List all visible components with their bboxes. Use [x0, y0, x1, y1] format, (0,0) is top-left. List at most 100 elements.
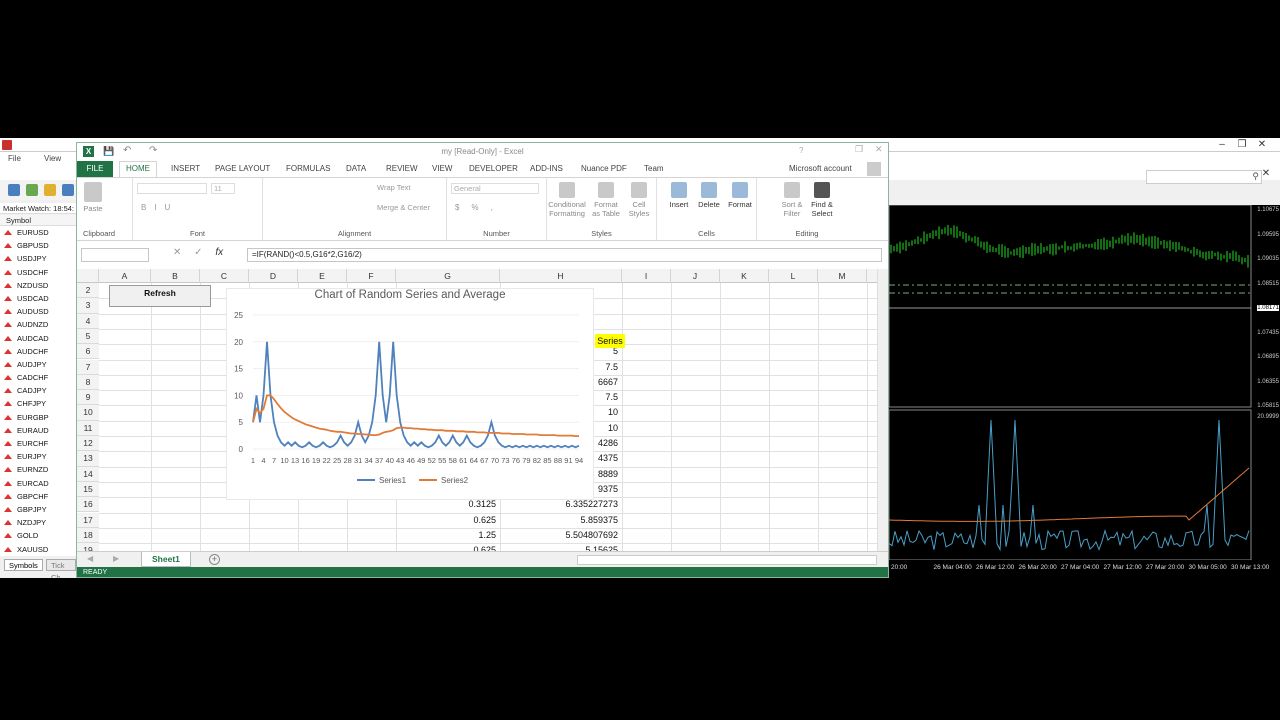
list-item[interactable]: EURGBP [0, 410, 76, 424]
font-style-buttons[interactable]: BIU [141, 203, 178, 212]
tab-review[interactable]: REVIEW [386, 164, 418, 173]
column-header-e[interactable]: E [298, 269, 347, 283]
market-watch-column-symbol[interactable]: Symbol [0, 215, 76, 226]
fx-icon[interactable]: fx [215, 247, 223, 258]
tab-page-layout[interactable]: PAGE LAYOUT [215, 164, 270, 173]
list-item[interactable]: NZDUSD [0, 278, 76, 292]
series-header-cell[interactable]: Series [595, 334, 625, 348]
row-header-13[interactable]: 13 [77, 451, 99, 467]
list-item[interactable]: AUDCHF [0, 344, 76, 358]
sort-filter-button[interactable]: Sort & Filter [777, 182, 807, 218]
list-item[interactable]: GBPJPY [0, 502, 76, 517]
horizontal-scrollbar[interactable] [577, 555, 877, 565]
cell-g19[interactable]: 0.625 [406, 543, 496, 551]
cell-h17[interactable]: 5.859375 [508, 513, 618, 528]
row-header-9[interactable]: 9 [77, 390, 99, 406]
tab-data[interactable]: DATA [346, 164, 366, 173]
row-header-2[interactable]: 2 [77, 283, 99, 299]
row-header-16[interactable]: 16 [77, 497, 99, 513]
list-item[interactable]: XAUUSD [0, 542, 76, 556]
tab-add-ins[interactable]: ADD-INS [530, 164, 563, 173]
cell-g18[interactable]: 1.25 [406, 528, 496, 543]
number-format-buttons[interactable]: $%, [455, 203, 505, 212]
list-item[interactable]: EURUSD [0, 226, 76, 240]
insert-cells-button[interactable]: Insert [665, 182, 693, 209]
cell-g17[interactable]: 0.625 [406, 513, 496, 528]
column-header-d[interactable]: D [249, 269, 298, 283]
list-item[interactable]: USDCHF [0, 265, 76, 279]
check-icon[interactable]: ✓ [194, 247, 202, 258]
toolbar-icon[interactable] [8, 184, 20, 196]
find-select-button[interactable]: Find & Select [807, 182, 837, 218]
minimize-icon[interactable]: – [1214, 139, 1230, 151]
tab-formulas[interactable]: FORMULAS [286, 164, 330, 173]
prev-sheet-icon[interactable]: ◀ [87, 554, 93, 563]
toolbar-icon[interactable] [62, 184, 74, 196]
tab-home[interactable]: HOME [119, 161, 157, 177]
tab-developer[interactable]: DEVELOPER [469, 164, 518, 173]
cancel-icon[interactable]: ✕ [173, 247, 181, 258]
search-icon[interactable]: ⚲ [1252, 171, 1259, 182]
number-format-select[interactable]: General [451, 183, 539, 194]
sheet-tab-sheet1[interactable]: Sheet1 [141, 552, 191, 567]
next-sheet-icon[interactable]: ▶ [113, 554, 119, 563]
tab-nuance-pdf[interactable]: Nuance PDF [581, 164, 627, 173]
column-header-b[interactable]: B [151, 269, 200, 283]
list-item[interactable]: EURJPY [0, 450, 76, 464]
row-header-6[interactable]: 6 [77, 344, 99, 360]
chart[interactable]: Chart of Random Series and Average 0 5 10 1… [226, 288, 594, 500]
row-header-19[interactable]: 19 [77, 543, 99, 551]
font-size-select[interactable]: 11 [211, 183, 235, 194]
tab-file[interactable]: FILE [77, 161, 113, 177]
paste-button[interactable]: Paste [81, 182, 105, 213]
list-item[interactable]: EURCAD [0, 476, 76, 490]
mt-search-input[interactable]: ⚲ [1146, 170, 1262, 184]
column-header-c[interactable]: C [200, 269, 249, 283]
tab-view[interactable]: VIEW [432, 164, 452, 173]
list-item[interactable]: CADCHF [0, 371, 76, 385]
column-header-g[interactable]: G [396, 269, 500, 283]
mt-price-charts[interactable]: 1.10675 1.09595 1.09035 1.08515 1.08171 1.074… [888, 204, 1280, 578]
delete-cells-button[interactable]: Delete [695, 182, 723, 209]
wrap-text-button[interactable]: Wrap Text [377, 183, 411, 192]
restore-icon[interactable]: ❐ [1234, 139, 1250, 151]
list-item[interactable]: AUDUSD [0, 305, 76, 319]
column-header-k[interactable]: K [720, 269, 769, 283]
list-item[interactable]: USDCAD [0, 291, 76, 306]
toolbar-icon[interactable] [44, 184, 56, 196]
row-header-15[interactable]: 15 [77, 481, 99, 498]
column-header-i[interactable]: I [622, 269, 671, 283]
column-header-f[interactable]: F [347, 269, 396, 283]
menu-file[interactable]: File [8, 154, 21, 163]
row-header-8[interactable]: 8 [77, 374, 99, 391]
list-item[interactable]: CADJPY [0, 384, 76, 398]
select-all-corner[interactable] [77, 269, 99, 283]
list-item[interactable]: AUDNZD [0, 318, 76, 332]
tab-tick-chart[interactable]: Tick Ch [46, 559, 76, 578]
close-icon[interactable]: ✕ [875, 144, 883, 155]
cell-h19[interactable]: 5.15625 [508, 543, 618, 551]
refresh-button[interactable]: Refresh [109, 285, 211, 307]
list-item[interactable]: GBPUSD [0, 239, 76, 253]
cell-h18[interactable]: 5.504807692 [508, 528, 618, 543]
list-item[interactable]: EURAUD [0, 423, 76, 437]
list-item[interactable]: CHFJPY [0, 397, 76, 411]
row-header-4[interactable]: 4 [77, 313, 99, 329]
list-item[interactable]: GBPCHF [0, 489, 76, 503]
column-header-j[interactable]: J [671, 269, 720, 283]
row-header-5[interactable]: 5 [77, 328, 99, 345]
list-item[interactable]: AUDCAD [0, 331, 76, 345]
name-box[interactable] [81, 248, 149, 262]
column-header-m[interactable]: M [818, 269, 867, 283]
row-header-3[interactable]: 3 [77, 298, 99, 314]
tab-insert[interactable]: INSERT [171, 164, 200, 173]
list-item[interactable]: EURCHF [0, 437, 76, 451]
column-header-l[interactable]: L [769, 269, 818, 283]
column-header-h[interactable]: H [500, 269, 622, 283]
row-header-11[interactable]: 11 [77, 420, 99, 436]
row-header-18[interactable]: 18 [77, 527, 99, 544]
format-as-table-button[interactable]: Format as Table [591, 182, 621, 218]
help-icon[interactable]: ? [799, 146, 803, 155]
toolbar-icon[interactable] [26, 184, 38, 196]
row-header-17[interactable]: 17 [77, 512, 99, 528]
